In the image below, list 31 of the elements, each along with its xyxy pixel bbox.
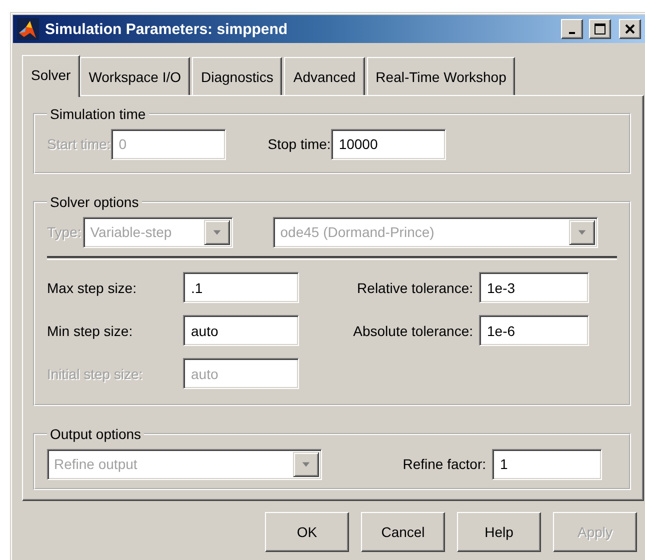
field-label: Refine factor: [402,456,487,472]
field-label: Absolute tolerance: [352,322,474,338]
group-title: Simulation time [49,106,147,122]
maximize-icon [594,23,606,35]
text-field[interactable]: 1 [492,448,602,480]
tab[interactable]: Workspace I/O [80,57,190,95]
maximize-button[interactable] [589,19,611,39]
window-title: Simulation Parameters: simppend [45,20,289,38]
tab[interactable]: Solver [22,55,80,97]
text-field[interactable]: 1e-3 [479,272,589,303]
minimize-button[interactable] [561,19,583,39]
dialog-button[interactable]: Cancel [361,512,445,552]
field-label: Stop time: [268,136,331,152]
tab[interactable]: Advanced [284,57,365,95]
field-label: Relative tolerance: [356,280,474,296]
minimize-icon [569,32,575,34]
group-title: Output options [49,426,142,442]
close-button[interactable] [619,19,641,39]
close-icon [625,24,635,34]
tab[interactable]: Real-Time Workshop [366,57,516,95]
field-label: Max step size: [47,280,138,296]
dialog-button[interactable]: Help [457,512,541,552]
field-label: Min step size: [47,322,134,338]
text-field[interactable]: .1 [183,272,299,303]
dialog-button[interactable]: OK [265,512,349,552]
text-field[interactable]: 1e-6 [479,315,589,346]
text-field[interactable]: 10000 [330,128,446,160]
text-field[interactable]: auto [183,315,299,346]
tab[interactable]: Diagnostics [192,57,282,95]
logo-icon [17,18,39,40]
group-title: Solver options [49,194,140,210]
